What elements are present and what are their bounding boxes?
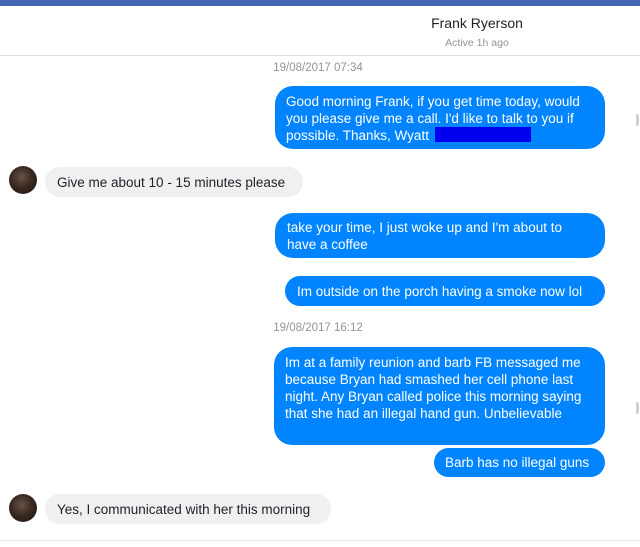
conversation-header: Frank Ryerson Active 1h ago bbox=[0, 6, 640, 56]
outgoing-message[interactable]: Good morning Frank, if you get time toda… bbox=[275, 86, 605, 149]
avatar[interactable] bbox=[9, 166, 37, 194]
outgoing-message[interactable]: Barb has no illegal guns bbox=[434, 448, 605, 477]
incoming-message[interactable]: Give me about 10 - 15 minutes please bbox=[45, 167, 303, 197]
message-timestamp: 19/08/2017 16:12 bbox=[273, 322, 363, 334]
message-options-handle[interactable] bbox=[636, 114, 639, 126]
contact-name[interactable]: Frank Ryerson bbox=[0, 15, 640, 31]
incoming-message[interactable]: Yes, I communicated with her this mornin… bbox=[45, 494, 331, 524]
message-timestamp: 19/08/2017 07:34 bbox=[273, 62, 363, 74]
message-text: Good morning Frank, if you get time toda… bbox=[286, 94, 580, 143]
outgoing-message[interactable]: Im at a family reunion and barb FB messa… bbox=[274, 347, 605, 445]
avatar[interactable] bbox=[9, 494, 37, 522]
outgoing-message[interactable]: take your time, I just woke up and I'm a… bbox=[275, 213, 605, 258]
outgoing-message[interactable]: Im outside on the porch having a smoke n… bbox=[285, 276, 605, 306]
redacted-name bbox=[434, 127, 531, 142]
message-options-handle[interactable] bbox=[636, 402, 639, 414]
contact-status: Active 1h ago bbox=[445, 37, 509, 49]
divider bbox=[0, 540, 640, 541]
